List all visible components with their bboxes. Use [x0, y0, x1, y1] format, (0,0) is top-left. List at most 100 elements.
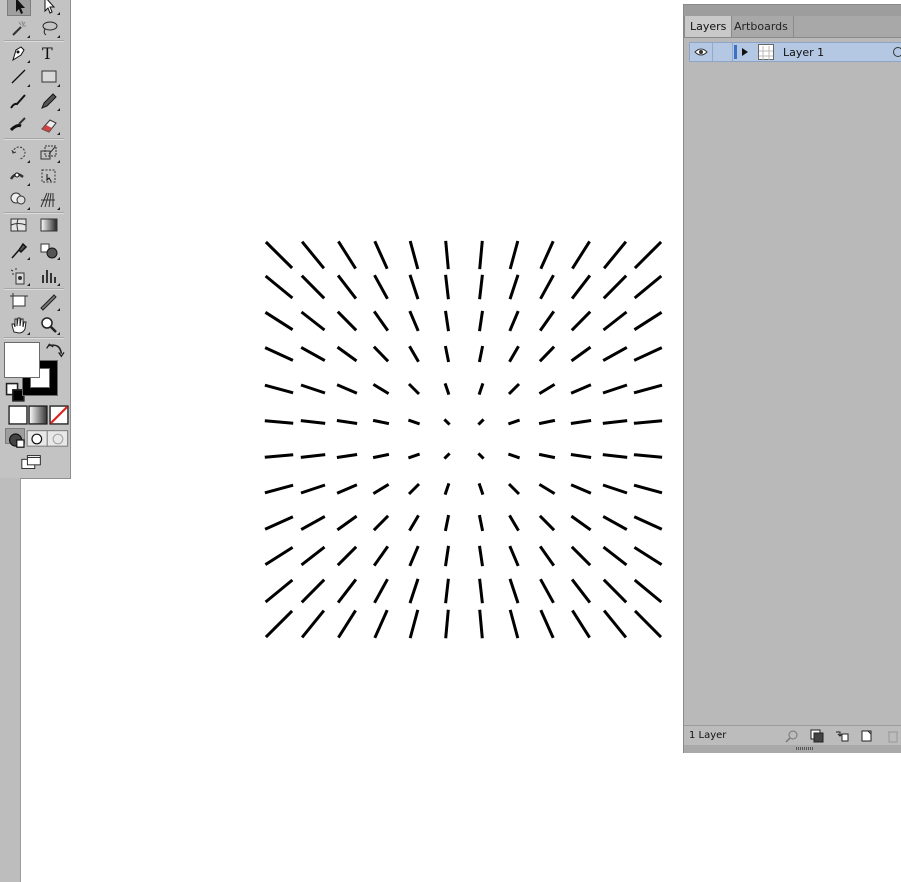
radial-line-stroke[interactable] [408, 345, 420, 363]
radial-line-stroke[interactable] [300, 515, 326, 531]
radial-line-stroke[interactable] [444, 240, 450, 270]
radial-line-stroke[interactable] [264, 274, 294, 300]
radial-line-stroke[interactable] [570, 483, 592, 495]
radial-line-stroke[interactable] [538, 452, 556, 460]
radial-line-stroke[interactable] [633, 346, 663, 362]
radial-line-stroke[interactable] [336, 483, 358, 495]
create-sublayer-icon[interactable] [835, 729, 849, 743]
radial-line-stroke[interactable] [539, 274, 555, 300]
eye-icon[interactable] [694, 47, 708, 57]
radial-line-stroke[interactable] [538, 483, 556, 495]
radial-line-stroke[interactable] [602, 545, 628, 567]
radial-line-stroke[interactable] [602, 383, 628, 395]
radial-line-stroke[interactable] [507, 418, 521, 426]
radial-line-stroke[interactable] [408, 310, 420, 332]
radial-line-stroke[interactable] [444, 609, 450, 639]
radial-line-stroke[interactable] [443, 345, 451, 363]
layer-name[interactable]: Layer 1 [783, 46, 824, 59]
radial-line-stroke[interactable] [300, 578, 326, 604]
radial-line-stroke[interactable] [300, 274, 326, 300]
locate-object-icon[interactable] [785, 729, 799, 743]
radial-line-stroke[interactable] [508, 578, 520, 604]
radial-line-stroke[interactable] [478, 310, 484, 332]
radial-line-stroke[interactable] [336, 545, 358, 567]
radial-line-stroke[interactable] [373, 578, 389, 604]
radial-line-stroke[interactable] [443, 452, 451, 460]
radial-line-stroke[interactable] [264, 419, 294, 425]
radial-line-stroke[interactable] [508, 274, 520, 300]
radial-line-stroke[interactable] [300, 419, 326, 425]
radial-line-stroke[interactable] [508, 545, 520, 567]
radial-line-stroke[interactable] [633, 546, 663, 566]
radial-line-stroke[interactable] [336, 310, 358, 332]
radial-line-stroke[interactable] [478, 609, 484, 639]
radial-line-stroke[interactable] [570, 578, 592, 604]
radial-line-stroke[interactable] [264, 383, 294, 395]
radial-line-stroke[interactable] [477, 452, 485, 460]
radial-line-stroke[interactable] [300, 383, 326, 395]
radial-line-stroke[interactable] [444, 578, 450, 604]
radial-line-stroke[interactable] [477, 345, 485, 363]
radial-line-stroke[interactable] [300, 240, 326, 270]
radial-line-stroke[interactable] [570, 310, 592, 332]
radial-line-stroke[interactable] [408, 578, 420, 604]
radial-line-stroke[interactable] [477, 514, 485, 532]
radial-line-stroke[interactable] [264, 515, 294, 531]
radial-line-stroke[interactable] [633, 383, 663, 395]
radial-line-stroke[interactable] [336, 383, 358, 395]
radial-line-stroke[interactable] [508, 345, 520, 363]
radial-line-stroke[interactable] [570, 453, 592, 459]
radial-line-stroke[interactable] [602, 609, 628, 639]
radial-line-stroke[interactable] [602, 240, 628, 270]
radial-line-stroke[interactable] [407, 482, 421, 496]
radial-line-stroke[interactable] [373, 274, 389, 300]
radial-line-stroke[interactable] [264, 453, 294, 459]
radial-line-stroke[interactable] [539, 578, 555, 604]
radial-line-stroke[interactable] [538, 345, 556, 363]
radial-line-stroke[interactable] [443, 382, 451, 396]
radial-line-stroke[interactable] [633, 311, 663, 331]
radial-line-stroke[interactable] [508, 609, 520, 639]
radial-line-stroke[interactable] [571, 240, 591, 270]
radial-line-stroke[interactable] [407, 382, 421, 396]
radial-line-stroke[interactable] [602, 578, 628, 604]
radial-line-stroke[interactable] [538, 310, 556, 332]
radial-line-stroke[interactable] [570, 545, 592, 567]
radial-line-stroke[interactable] [337, 240, 357, 270]
radial-line-stroke[interactable] [633, 609, 663, 639]
radial-line-stroke[interactable] [507, 482, 521, 496]
panel-title-bar[interactable] [684, 5, 901, 16]
radial-line-stroke[interactable] [538, 545, 556, 567]
radial-line-stroke[interactable] [372, 345, 390, 363]
radial-line-stroke[interactable] [372, 483, 390, 495]
radial-line-stroke[interactable] [372, 545, 390, 567]
radial-line-stroke[interactable] [508, 240, 520, 270]
radial-line-stroke[interactable] [478, 578, 484, 604]
radial-line-stroke[interactable] [477, 482, 485, 496]
radial-line-stroke[interactable] [602, 274, 628, 300]
radial-line-stroke[interactable] [372, 452, 390, 460]
radial-line-stroke[interactable] [539, 609, 555, 639]
radial-line-stroke[interactable] [571, 609, 591, 639]
radial-line-stroke[interactable] [372, 310, 390, 332]
radial-line-stroke[interactable] [264, 346, 294, 362]
radial-line-stroke[interactable] [408, 545, 420, 567]
panel-resize-grip[interactable] [684, 745, 901, 753]
visibility-cell[interactable] [690, 43, 713, 61]
radial-line-stroke[interactable] [300, 545, 326, 567]
radial-line-stroke[interactable] [264, 483, 294, 495]
radial-line-stroke[interactable] [300, 609, 326, 639]
radial-line-stroke[interactable] [478, 545, 484, 567]
radial-line-stroke[interactable] [443, 482, 451, 496]
radial-line-stroke[interactable] [570, 419, 592, 425]
radial-line-stroke[interactable] [570, 383, 592, 395]
radial-line-stroke[interactable] [372, 514, 390, 532]
radial-line-stroke[interactable] [633, 274, 663, 300]
radial-line-stroke[interactable] [633, 419, 663, 425]
target-circle-icon[interactable] [893, 47, 901, 57]
expand-triangle-icon[interactable] [742, 48, 748, 56]
radial-line-stroke[interactable] [478, 274, 484, 300]
radial-line-stroke[interactable] [336, 274, 358, 300]
radial-line-stroke[interactable] [372, 418, 390, 426]
tab-layers[interactable]: Layers [684, 16, 733, 37]
